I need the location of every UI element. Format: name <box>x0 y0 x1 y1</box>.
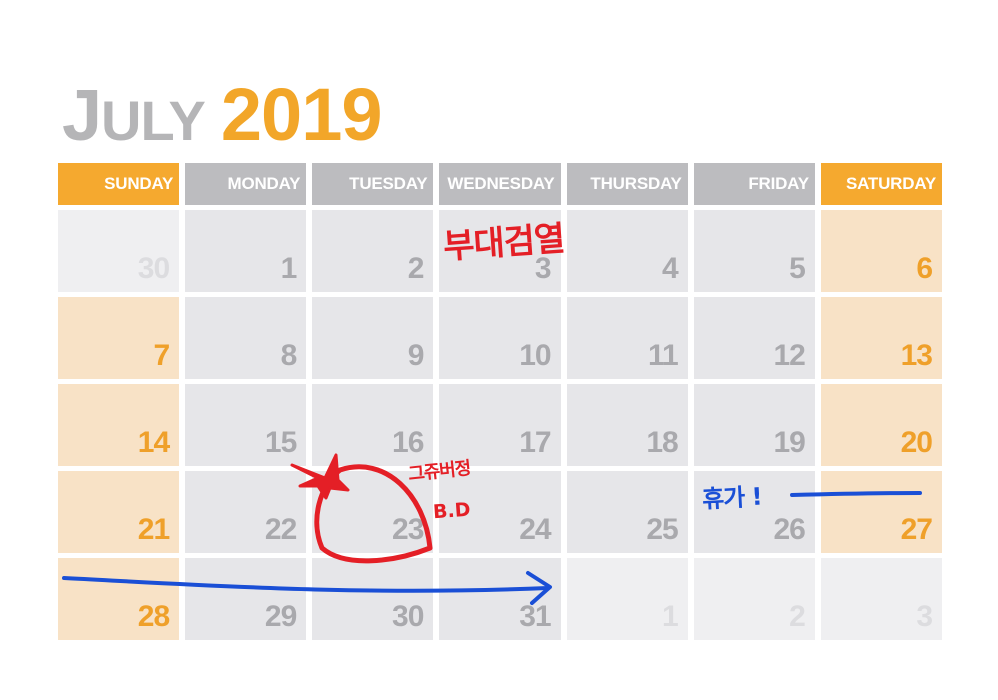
day-cell[interactable]: 8 <box>185 297 307 379</box>
day-cell[interactable]: 30 <box>312 558 434 640</box>
day-cell[interactable]: 11 <box>566 297 688 379</box>
day-number: 14 <box>137 426 170 459</box>
day-cell[interactable]: 28 <box>58 558 180 640</box>
day-cell[interactable]: 25 <box>566 471 688 553</box>
day-number: 11 <box>647 339 679 372</box>
weekday-header-saturday: SATURDAY <box>820 163 942 205</box>
weekday-header-thursday: THURSDAY <box>566 163 688 205</box>
day-cell[interactable]: 15 <box>185 384 307 466</box>
weekday-header-monday: MONDAY <box>185 163 307 205</box>
day-cell[interactable]: 2 <box>312 210 434 292</box>
day-number: 30 <box>137 252 170 285</box>
day-number: 4 <box>662 252 679 285</box>
birthday-tag-note: B.D <box>432 498 472 524</box>
day-number: 12 <box>773 339 805 372</box>
day-number: 9 <box>407 339 425 372</box>
day-cell[interactable]: 12 <box>693 297 815 379</box>
event-note: 부대검열 <box>441 218 566 268</box>
day-number: 5 <box>789 252 806 285</box>
day-number: 6 <box>916 252 933 285</box>
day-number: 8 <box>280 339 298 372</box>
day-number: 7 <box>153 339 170 372</box>
day-number: 27 <box>900 513 933 546</box>
day-number: 2 <box>407 252 425 285</box>
month-label: JULY <box>62 76 206 156</box>
day-cell[interactable]: 4 <box>566 210 688 292</box>
day-number: 24 <box>519 513 551 546</box>
day-number: 15 <box>264 426 297 459</box>
day-cell[interactable]: 19 <box>693 384 815 466</box>
day-number: 25 <box>646 513 678 546</box>
weekday-header-wednesday: WEDNESDAY <box>439 163 561 205</box>
day-cell[interactable]: 2 <box>693 558 815 640</box>
day-cell[interactable]: 7 <box>58 297 180 379</box>
day-number: 29 <box>264 600 297 633</box>
day-cell[interactable]: 20 <box>820 384 942 466</box>
day-cell[interactable]: 22 <box>185 471 307 553</box>
day-cell[interactable]: 1 <box>566 558 688 640</box>
day-cell[interactable]: 9 <box>312 297 434 379</box>
day-number: 16 <box>392 426 424 459</box>
day-cell[interactable]: 6 <box>820 210 942 292</box>
day-number: 28 <box>137 600 170 633</box>
day-number: 22 <box>264 513 297 546</box>
weekday-header-row: SUNDAY MONDAY TUESDAY WEDNESDAY THURSDAY… <box>58 163 942 205</box>
day-number: 1 <box>662 600 679 633</box>
day-number: 23 <box>392 513 424 546</box>
day-number: 1 <box>280 252 298 285</box>
day-cell[interactable]: 14 <box>58 384 180 466</box>
day-cell[interactable]: 29 <box>185 558 307 640</box>
day-cell[interactable]: 13 <box>820 297 942 379</box>
vacation-note: 휴가 ! <box>701 482 763 514</box>
day-cell[interactable]: 30 <box>58 210 180 292</box>
calendar-title: JULY 2019 <box>62 62 383 156</box>
day-cell[interactable]: 10 <box>439 297 561 379</box>
weekday-header-sunday: SUNDAY <box>58 163 180 205</box>
calendar-days-grid: 30 1 2 3 4 5 6 7 8 9 10 11 12 13 14 15 1… <box>58 210 942 640</box>
day-number: 13 <box>900 339 933 372</box>
day-number: 20 <box>900 426 933 459</box>
day-number: 2 <box>789 600 806 633</box>
day-cell[interactable]: 5 <box>693 210 815 292</box>
day-cell[interactable]: 1 <box>185 210 307 292</box>
year-label: 2019 <box>220 73 383 156</box>
day-cell[interactable]: 3 <box>820 558 942 640</box>
day-number: 19 <box>773 426 805 459</box>
day-number: 3 <box>916 600 933 633</box>
day-cell[interactable]: 18 <box>566 384 688 466</box>
day-number: 21 <box>137 513 170 546</box>
day-cell[interactable]: 31 <box>439 558 561 640</box>
day-cell[interactable]: 16 <box>312 384 434 466</box>
weekday-header-tuesday: TUESDAY <box>312 163 434 205</box>
day-number: 26 <box>773 513 805 546</box>
day-cell[interactable]: 21 <box>58 471 180 553</box>
day-number: 30 <box>392 600 424 633</box>
day-number: 10 <box>519 339 551 372</box>
day-number: 17 <box>519 426 551 459</box>
day-cell[interactable]: 17 <box>439 384 561 466</box>
weekday-header-friday: FRIDAY <box>693 163 815 205</box>
day-cell[interactable]: 27 <box>820 471 942 553</box>
day-number: 18 <box>646 426 678 459</box>
day-number: 31 <box>519 600 551 633</box>
